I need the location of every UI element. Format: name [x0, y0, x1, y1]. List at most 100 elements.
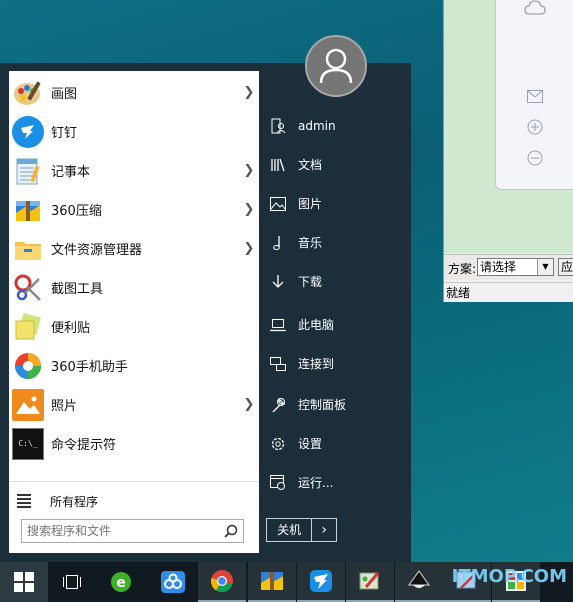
right-item-this-pc[interactable]: 此电脑	[268, 305, 398, 344]
app-label: 360压缩	[51, 204, 102, 219]
background-window: 方案: 请选择 ▼ 应 就绪	[443, 0, 573, 302]
photos-icon	[12, 388, 44, 421]
svg-text:e: e	[116, 575, 126, 591]
app-label: 照片	[51, 399, 78, 414]
cloud-icon[interactable]	[524, 0, 546, 22]
user-icon	[319, 48, 353, 84]
documents-icon	[268, 155, 288, 175]
right-item-label: 控制面板	[298, 398, 347, 412]
right-item-documents[interactable]: 文档	[268, 145, 398, 184]
chevron-down-icon[interactable]: ▼	[537, 259, 553, 275]
chrome-icon[interactable]	[198, 562, 246, 602]
cmd-icon: C:\_	[12, 427, 44, 460]
right-item-connect-to[interactable]: 连接到	[268, 344, 398, 383]
ie-browser-icon[interactable]: e	[97, 562, 145, 602]
right-item-music[interactable]: 音乐	[268, 223, 398, 262]
right-item-admin[interactable]: admin	[268, 106, 398, 145]
chevron-right-icon[interactable]: ❯	[239, 397, 259, 412]
download-icon	[268, 272, 288, 292]
app-item-dingtalk[interactable]: 钉钉	[9, 112, 259, 151]
search-box[interactable]	[21, 519, 244, 543]
connect-icon	[268, 354, 288, 374]
user-folder-icon	[268, 116, 288, 136]
app-item-photos[interactable]: 照片 ❯	[9, 385, 259, 424]
run-icon	[268, 473, 288, 493]
scheme-label: 方案:	[448, 262, 477, 276]
right-item-downloads[interactable]: 下载	[268, 262, 398, 301]
zoom-out-icon[interactable]	[524, 150, 546, 172]
taskbar: e ITMOP.COM	[0, 562, 573, 602]
settings-gear-icon	[268, 434, 288, 454]
360zip-icon	[12, 194, 44, 226]
app-item-notepad[interactable]: 记事本 ❯	[9, 151, 259, 190]
all-programs-label: 所有程序	[50, 494, 99, 509]
app-label: 钉钉	[51, 126, 78, 141]
notepad-icon	[12, 155, 44, 187]
snipping-tool-icon	[12, 272, 44, 304]
chevron-right-icon[interactable]: ❯	[239, 241, 259, 256]
right-item-label: admin	[298, 118, 336, 133]
right-item-control-panel[interactable]: 控制面板	[268, 385, 398, 424]
list-icon	[17, 492, 31, 510]
zoom-in-icon[interactable]	[524, 119, 546, 141]
sticky-notes-icon	[12, 311, 44, 343]
scheme-row: 方案: 请选择 ▼ 应	[444, 254, 573, 280]
chevron-right-icon[interactable]: ❯	[239, 202, 259, 217]
search-input[interactable]	[22, 520, 212, 542]
right-item-label: 设置	[298, 437, 323, 451]
task-view-icon[interactable]	[48, 562, 96, 602]
right-item-label: 文档	[298, 158, 323, 172]
status-bar: 就绪	[444, 282, 573, 302]
dingtalk-icon	[12, 115, 44, 148]
all-programs-button[interactable]: 所有程序	[9, 484, 259, 518]
scheme-select-value: 请选择	[480, 260, 517, 274]
shutdown-button-group: 关机 ›	[266, 518, 337, 542]
inkscape-icon[interactable]	[395, 562, 443, 602]
paint-icon	[12, 77, 44, 109]
file-explorer-icon	[12, 233, 44, 265]
app-label: 记事本	[51, 165, 91, 180]
apply-button[interactable]: 应	[558, 258, 573, 276]
app-item-360zip[interactable]: 360压缩 ❯	[9, 190, 259, 229]
music-icon	[268, 233, 288, 253]
right-item-settings[interactable]: 设置	[268, 424, 398, 463]
shutdown-button[interactable]: 关机	[267, 519, 313, 541]
user-avatar[interactable]	[305, 35, 367, 97]
scheme-select[interactable]: 请选择 ▼	[477, 258, 554, 276]
dingtalk-icon[interactable]	[297, 562, 345, 602]
app-item-paint[interactable]: 画图 ❯	[9, 73, 259, 112]
app-item-sticky-notes[interactable]: 便利贴	[9, 307, 259, 346]
right-item-label: 此电脑	[298, 318, 335, 332]
app-label: 文件资源管理器	[51, 243, 143, 258]
right-item-pictures[interactable]: 图片	[268, 184, 398, 223]
baidu-netdisk-icon[interactable]	[149, 562, 197, 602]
app-label: 截图工具	[51, 282, 104, 297]
app-label: 便利贴	[51, 321, 91, 336]
app-item-file-explorer[interactable]: 文件资源管理器 ❯	[9, 229, 259, 268]
shutdown-options-chevron-icon[interactable]: ›	[312, 519, 336, 541]
chevron-right-icon[interactable]: ❯	[239, 163, 259, 178]
right-item-run[interactable]: 运行...	[268, 463, 398, 502]
side-tool-panel	[495, 0, 573, 190]
start-menu-app-list: 画图 ❯ 钉钉 记事本 ❯ 360压缩 ❯ 文件资源管理器 ❯ 截图工具 便利贴…	[9, 71, 259, 553]
app-label: 命令提示符	[51, 438, 117, 453]
windows-start-icon[interactable]	[0, 562, 48, 602]
right-item-label: 连接到	[298, 357, 335, 371]
watermark-text: ITMOP.COM	[451, 566, 567, 587]
360-mobile-icon	[12, 350, 44, 382]
mail-icon[interactable]	[524, 87, 546, 109]
start-menu: 画图 ❯ 钉钉 记事本 ❯ 360压缩 ❯ 文件资源管理器 ❯ 截图工具 便利贴…	[0, 63, 411, 562]
control-panel-icon	[268, 395, 288, 415]
paint-app-icon[interactable]	[346, 562, 394, 602]
app-item-360-mobile[interactable]: 360手机助手	[9, 346, 259, 385]
chevron-right-icon[interactable]: ❯	[239, 85, 259, 100]
app-item-cmd[interactable]: C:\_ 命令提示符	[9, 424, 259, 463]
right-item-label: 运行...	[298, 476, 334, 490]
right-item-label: 音乐	[298, 236, 323, 250]
app-item-snipping-tool[interactable]: 截图工具	[9, 268, 259, 307]
360zip-icon[interactable]	[248, 562, 296, 602]
divider	[9, 481, 259, 482]
search-icon[interactable]	[224, 524, 238, 538]
right-item-label: 图片	[298, 197, 323, 211]
pictures-icon	[268, 194, 288, 214]
